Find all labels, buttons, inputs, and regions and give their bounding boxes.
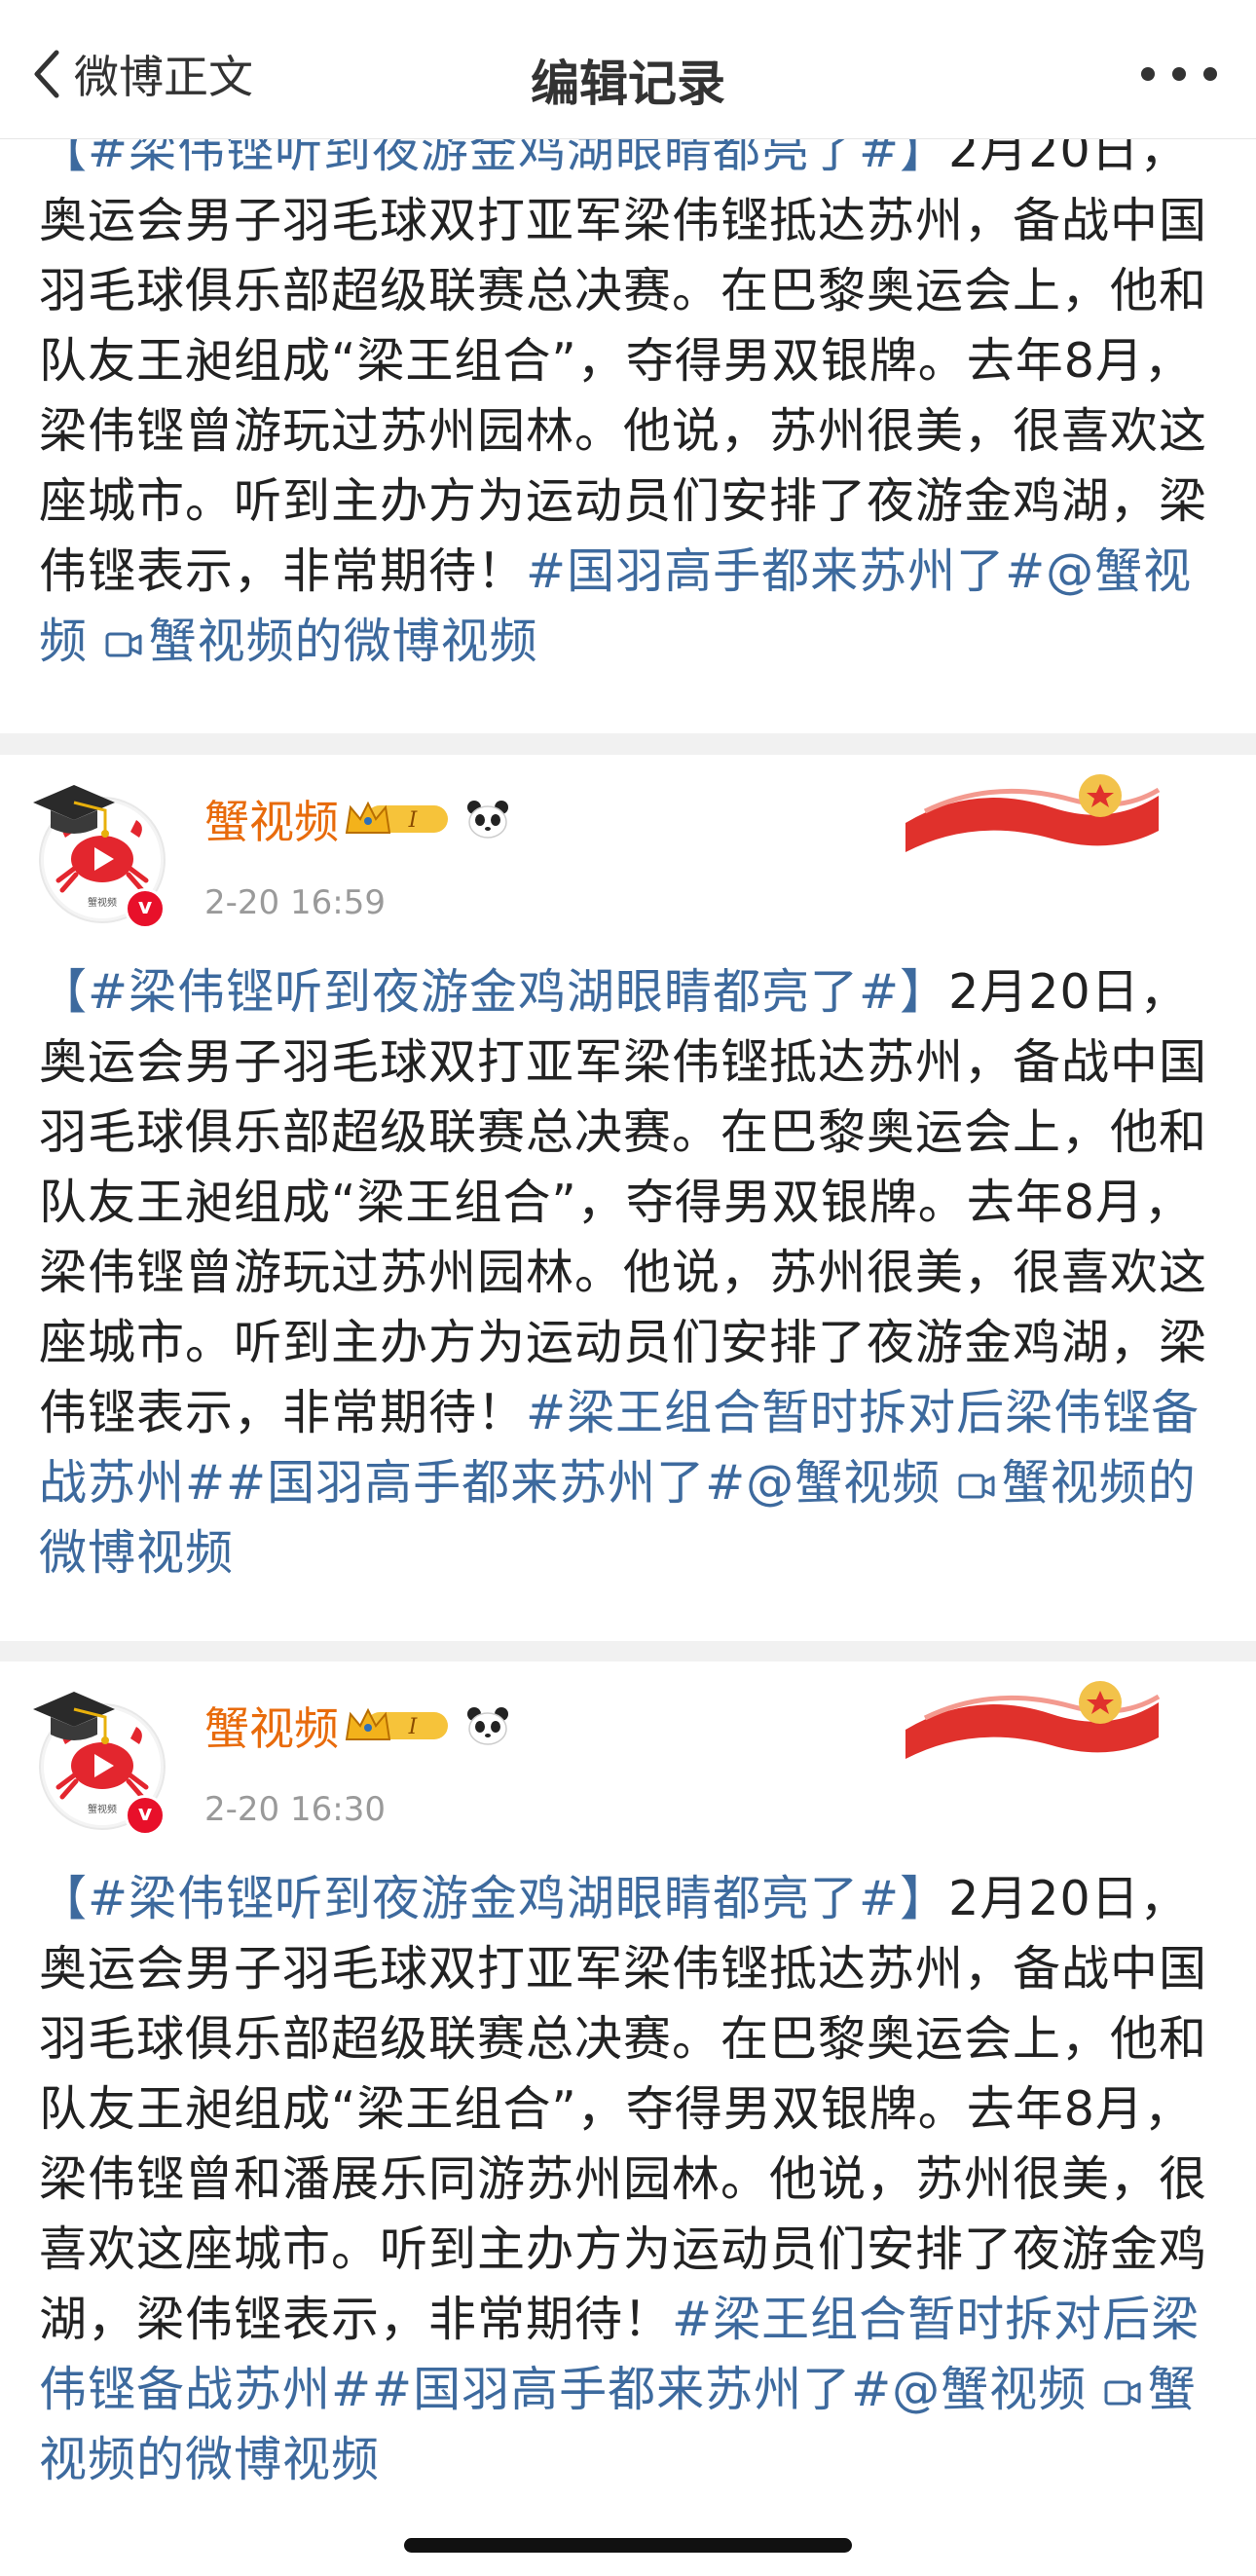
post-time: 2-20 16:59 bbox=[204, 883, 386, 922]
edit-record-card: 【#梁伟铿听到夜游金鸡湖眼睛都亮了#】2月20日，奥运会男子羽毛球双打亚军梁伟铿… bbox=[0, 123, 1256, 733]
post-text: 【#梁伟铿听到夜游金鸡湖眼睛都亮了#】2月20日，奥运会男子羽毛球双打亚军梁伟铿… bbox=[39, 116, 1217, 677]
decorative-banner-icon bbox=[905, 774, 1161, 852]
post-body: 2月20日，奥运会男子羽毛球双打亚军梁伟铿抵达苏州，备战中国羽毛球俱乐部超级联赛… bbox=[39, 1871, 1208, 2347]
video-link-label: 蟹视频的微博视频 bbox=[148, 614, 538, 669]
edit-record-card: 蟹视频 v 蟹视频 I 2-20 16:59 【#梁伟铿听到夜游金鸡湖眼睛都亮了… bbox=[0, 755, 1256, 1641]
home-indicator[interactable] bbox=[404, 2538, 852, 2553]
post-time: 2-20 16:30 bbox=[204, 1790, 386, 1829]
edit-record-card: 蟹视频 v 蟹视频 I 2-20 16:30 【#梁伟铿听到夜游金鸡湖眼睛都亮了… bbox=[0, 1661, 1256, 2576]
mention-link[interactable]: @蟹视频 bbox=[746, 1455, 941, 1511]
video-link[interactable]: 蟹视频的微博视频 bbox=[104, 614, 538, 669]
page-title: 编辑记录 bbox=[531, 56, 725, 112]
video-icon bbox=[958, 1474, 995, 1499]
avatar-group: 蟹视频 v bbox=[29, 777, 175, 929]
member-crown-icon: I bbox=[345, 801, 448, 834]
graduation-cap-icon bbox=[33, 1692, 115, 1744]
post-body: 2月20日，奥运会男子羽毛球双打亚军梁伟铿抵达苏州，备战中国羽毛球俱乐部超级联赛… bbox=[39, 123, 1208, 599]
topic-link[interactable]: 【#梁伟铿听到夜游金鸡湖眼睛都亮了#】 bbox=[39, 964, 948, 1020]
member-crown-icon: I bbox=[345, 1707, 448, 1740]
topic-link[interactable]: 【#梁伟铿听到夜游金鸡湖眼睛都亮了#】 bbox=[39, 1871, 948, 1926]
avatar-group: 蟹视频 v bbox=[29, 1684, 175, 1836]
verified-badge: v bbox=[125, 888, 166, 929]
video-icon bbox=[105, 632, 142, 657]
svg-text:蟹视频: 蟹视频 bbox=[88, 1803, 117, 1815]
more-options-icon[interactable] bbox=[1141, 56, 1217, 92]
panda-icon bbox=[467, 1707, 508, 1745]
svg-text:I: I bbox=[408, 808, 419, 833]
decorative-banner-icon bbox=[905, 1681, 1161, 1759]
post-body: 2月20日，奥运会男子羽毛球双打亚军梁伟铿抵达苏州，备战中国羽毛球俱乐部超级联赛… bbox=[39, 964, 1208, 1440]
nav-bar: 微博正文 编辑记录 bbox=[0, 0, 1256, 139]
svg-text:I: I bbox=[408, 1715, 419, 1739]
post-text: 【#梁伟铿听到夜游金鸡湖眼睛都亮了#】2月20日，奥运会男子羽毛球双打亚军梁伟铿… bbox=[39, 957, 1217, 1588]
username[interactable]: 蟹视频 bbox=[204, 1694, 339, 1758]
video-icon bbox=[1104, 2380, 1141, 2406]
svg-text:蟹视频: 蟹视频 bbox=[88, 896, 117, 909]
username[interactable]: 蟹视频 bbox=[204, 787, 339, 851]
graduation-cap-icon bbox=[33, 785, 115, 838]
panda-icon bbox=[467, 801, 508, 839]
mention-link[interactable]: @蟹视频 bbox=[892, 2362, 1087, 2417]
verified-badge: v bbox=[125, 1795, 166, 1836]
post-text: 【#梁伟铿听到夜游金鸡湖眼睛都亮了#】2月20日，奥运会男子羽毛球双打亚军梁伟铿… bbox=[39, 1864, 1217, 2495]
topic-link[interactable]: #国羽高手都来苏州了# bbox=[526, 543, 1046, 599]
